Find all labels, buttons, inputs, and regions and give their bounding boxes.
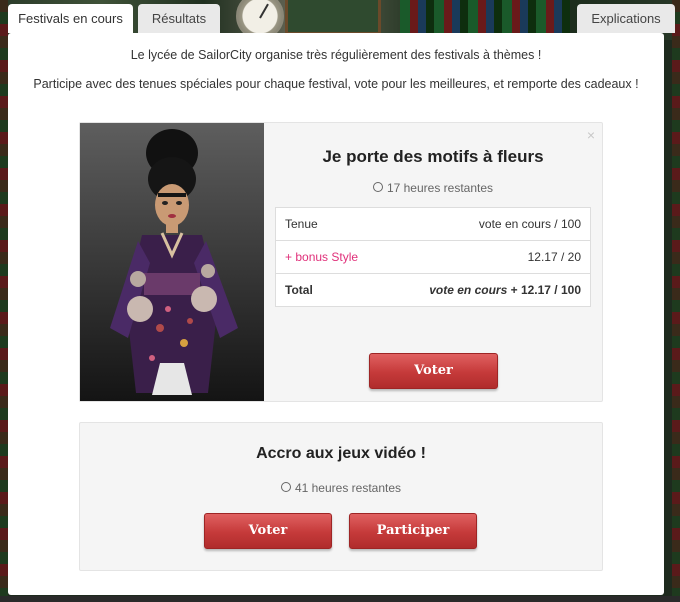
background-bottom-edge [0, 596, 680, 602]
background-right-edge [672, 0, 680, 602]
table-row: Total vote en cours + 12.17 / 100 [275, 273, 591, 307]
score-label-total: Total [275, 273, 386, 307]
bookshelf-decoration [400, 0, 570, 34]
tab-resultats[interactable]: Résultats [138, 4, 220, 33]
clock-small-icon [372, 182, 383, 192]
vote-button-festival-2[interactable]: Voter [204, 513, 332, 549]
score-total-italic: vote en cours [429, 283, 508, 297]
festival-2-title: Accro aux jeux vidéo ! [256, 445, 426, 462]
background-left-edge [0, 0, 8, 602]
avatar-figure [110, 129, 238, 395]
score-label-bonus[interactable]: + bonus Style [275, 240, 386, 274]
table-row: + bonus Style 12.17 / 20 [275, 240, 591, 274]
clock-small-icon [280, 482, 291, 492]
intro-text-1: Le lycée de SailorCity organise très rég… [130, 48, 542, 62]
festival-1-title: Je porte des motifs à fleurs [322, 147, 544, 166]
tab-explications[interactable]: Explications [577, 4, 675, 33]
score-value-total: vote en cours + 12.17 / 100 [385, 273, 591, 307]
festival-2-time: 41 heures restantes [80, 481, 602, 495]
avatar-image [80, 123, 264, 401]
vote-button-festival-1[interactable]: Voter [369, 353, 498, 389]
festival-1-time-text: 17 heures restantes [386, 181, 494, 195]
festival-card-1: × Je porte des motifs à fleurs 17 heures… [79, 122, 603, 402]
score-label-tenue: Tenue [275, 207, 386, 241]
festival-card-2: Accro aux jeux vidéo ! 41 heures restant… [79, 422, 603, 571]
score-total-rest: + 12.17 / 100 [507, 283, 581, 297]
festival-2-time-text: 41 heures restantes [294, 481, 402, 495]
chalkboard-decoration [285, 0, 381, 35]
festival-1-time: 17 heures restantes [264, 181, 602, 195]
tab-festivals-en-cours[interactable]: Festivals en cours [8, 4, 133, 33]
score-table: Tenue vote en cours / 100 + bonus Style … [275, 207, 591, 307]
table-row: Tenue vote en cours / 100 [275, 207, 591, 241]
close-icon[interactable]: × [587, 127, 595, 143]
intro-text-2: Participe avec des tenues spéciales pour… [33, 77, 639, 91]
score-value-bonus: 12.17 / 20 [385, 240, 591, 274]
score-value-tenue: vote en cours / 100 [385, 207, 591, 241]
participate-button[interactable]: Participer [349, 513, 477, 549]
